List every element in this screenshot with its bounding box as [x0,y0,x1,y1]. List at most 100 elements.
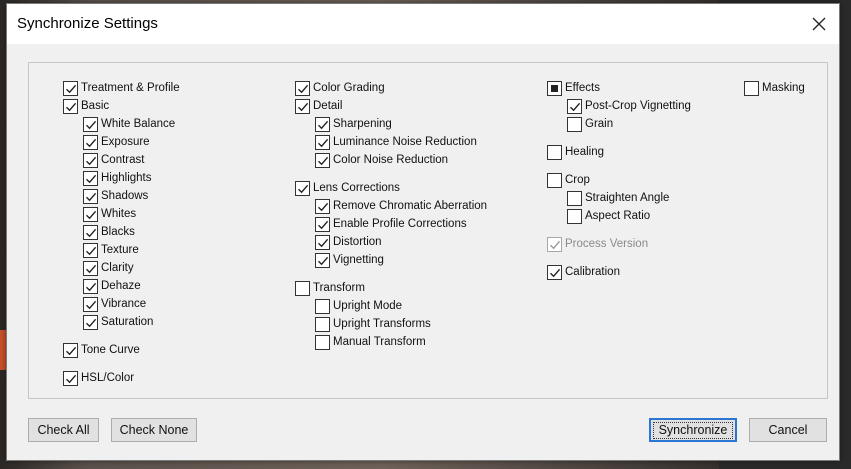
effects-label: Effects [565,82,600,94]
aspect-ratio-checkbox[interactable] [567,208,582,224]
option-tone-curve[interactable]: Tone Curve [63,341,140,359]
color-grading-label: Color Grading [313,82,385,94]
option-calibration[interactable]: Calibration [547,263,620,281]
healing-checkbox[interactable] [547,144,562,160]
option-crop[interactable]: Crop [547,171,590,189]
post-crop-vignetting-checkbox[interactable] [567,98,582,114]
option-upright-mode[interactable]: Upright Mode [315,297,402,315]
option-healing[interactable]: Healing [547,143,604,161]
vignetting-checkbox[interactable] [315,252,330,268]
synchronize-button[interactable]: Synchronize [649,418,737,442]
option-enable-profile-corrections[interactable]: Enable Profile Corrections [315,215,467,233]
detail-checkbox[interactable] [295,98,310,114]
option-luminance-noise-reduction[interactable]: Luminance Noise Reduction [315,133,477,151]
calibration-checkbox[interactable] [547,264,562,280]
option-grain[interactable]: Grain [567,115,613,133]
option-dehaze[interactable]: Dehaze [83,277,141,295]
whites-label: Whites [101,208,137,220]
option-distortion[interactable]: Distortion [315,233,382,251]
dialog-title: Synchronize Settings [17,15,158,32]
saturation-label: Saturation [101,316,154,328]
close-button[interactable] [799,4,839,44]
clarity-checkbox[interactable] [83,260,98,276]
straighten-angle-label: Straighten Angle [585,192,670,204]
close-icon [812,17,826,31]
upright-transforms-checkbox[interactable] [315,316,330,332]
treatment-profile-label: Treatment & Profile [81,82,180,94]
lens-corrections-checkbox[interactable] [295,180,310,196]
luminance-noise-reduction-checkbox[interactable] [315,134,330,150]
exposure-label: Exposure [101,136,150,148]
effects-checkbox[interactable] [547,80,562,96]
highlights-checkbox[interactable] [83,170,98,186]
option-straighten-angle[interactable]: Straighten Angle [567,189,669,207]
vibrance-checkbox[interactable] [83,296,98,312]
remove-chromatic-aberration-checkbox[interactable] [315,198,330,214]
option-color-noise-reduction[interactable]: Color Noise Reduction [315,151,448,169]
basic-checkbox[interactable] [63,98,78,114]
tone-curve-checkbox[interactable] [63,342,78,358]
option-sharpening[interactable]: Sharpening [315,115,392,133]
masking-checkbox[interactable] [744,80,759,96]
synchronize-label: Synchronize [652,421,734,439]
option-post-crop-vignetting[interactable]: Post-Crop Vignetting [567,97,691,115]
shadows-checkbox[interactable] [83,188,98,204]
option-clarity[interactable]: Clarity [83,259,134,277]
option-blacks[interactable]: Blacks [83,223,135,241]
manual-transform-checkbox[interactable] [315,334,330,350]
cancel-button[interactable]: Cancel [749,418,827,442]
straighten-angle-checkbox[interactable] [567,190,582,206]
option-texture[interactable]: Texture [83,241,139,259]
option-lens-corrections[interactable]: Lens Corrections [295,179,400,197]
option-process-version: Process Version [547,235,648,253]
option-detail[interactable]: Detail [295,97,342,115]
exposure-checkbox[interactable] [83,134,98,150]
grain-checkbox[interactable] [567,116,582,132]
texture-checkbox[interactable] [83,242,98,258]
crop-checkbox[interactable] [547,172,562,188]
settings-panel: Treatment & Profile Basic White Balance Exp… [28,62,828,399]
option-remove-chromatic-aberration[interactable]: Remove Chromatic Aberration [315,197,487,215]
option-white-balance[interactable]: White Balance [83,115,175,133]
treatment-profile-checkbox[interactable] [63,80,78,96]
enable-profile-corrections-checkbox[interactable] [315,216,330,232]
option-upright-transforms[interactable]: Upright Transforms [315,315,431,333]
color-noise-reduction-checkbox[interactable] [315,152,330,168]
option-saturation[interactable]: Saturation [83,313,153,331]
option-aspect-ratio[interactable]: Aspect Ratio [567,207,650,225]
dehaze-checkbox[interactable] [83,278,98,294]
option-exposure[interactable]: Exposure [83,133,150,151]
synchronize-settings-dialog: Synchronize Settings Treatment & Profile… [6,3,840,461]
distortion-checkbox[interactable] [315,234,330,250]
saturation-checkbox[interactable] [83,314,98,330]
texture-label: Texture [101,244,139,256]
option-contrast[interactable]: Contrast [83,151,144,169]
whites-checkbox[interactable] [83,206,98,222]
check-none-button[interactable]: Check None [111,418,197,442]
option-basic[interactable]: Basic [63,97,109,115]
option-masking[interactable]: Masking [744,79,805,97]
option-color-grading[interactable]: Color Grading [295,79,385,97]
color-noise-reduction-label: Color Noise Reduction [333,154,449,166]
option-vibrance[interactable]: Vibrance [83,295,146,313]
color-grading-checkbox[interactable] [295,80,310,96]
option-hsl-color[interactable]: HSL/Color [63,369,134,387]
upright-mode-checkbox[interactable] [315,298,330,314]
option-whites[interactable]: Whites [83,205,136,223]
check-all-button[interactable]: Check All [28,418,99,442]
blacks-checkbox[interactable] [83,224,98,240]
option-treatment-profile[interactable]: Treatment & Profile [63,79,180,97]
hsl-color-checkbox[interactable] [63,370,78,386]
option-manual-transform[interactable]: Manual Transform [315,333,426,351]
white-balance-checkbox[interactable] [83,116,98,132]
enable-profile-corrections-label: Enable Profile Corrections [333,218,467,230]
option-effects[interactable]: Effects [547,79,600,97]
option-shadows[interactable]: Shadows [83,187,148,205]
sharpening-checkbox[interactable] [315,116,330,132]
option-vignetting[interactable]: Vignetting [315,251,384,269]
contrast-checkbox[interactable] [83,152,98,168]
transform-checkbox[interactable] [295,280,310,296]
shadows-label: Shadows [101,190,149,202]
option-highlights[interactable]: Highlights [83,169,152,187]
option-transform[interactable]: Transform [295,279,365,297]
